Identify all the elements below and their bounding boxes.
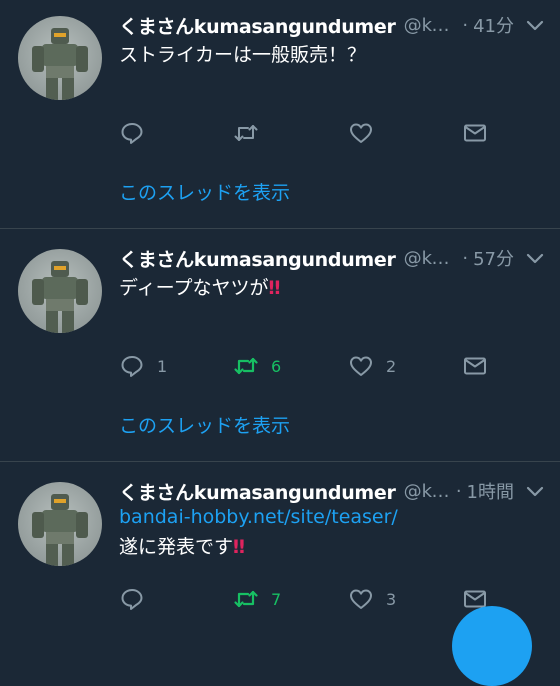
tweet-link[interactable]: bandai-hobby.net/site/teaser/: [119, 506, 398, 528]
double-exclamation-emoji: ‼: [233, 536, 245, 558]
timestamp[interactable]: 41分: [473, 12, 514, 38]
show-thread-link[interactable]: このスレッドを表示: [119, 178, 290, 205]
reply-button[interactable]: [119, 118, 157, 148]
separator-dot: ·: [462, 247, 469, 269]
user-handle[interactable]: @kunk...: [404, 15, 457, 36]
heart-icon: [350, 356, 372, 376]
reply-button[interactable]: 1: [119, 351, 167, 381]
like-button[interactable]: 3: [348, 584, 396, 614]
timestamp[interactable]: 1時間: [467, 478, 514, 504]
retweet-count: 6: [271, 356, 282, 376]
retweet-button[interactable]: [233, 118, 271, 148]
chevron-down-icon[interactable]: [524, 247, 546, 269]
separator-dot: ·: [455, 480, 462, 502]
like-button[interactable]: [348, 118, 386, 148]
avatar[interactable]: [18, 249, 102, 333]
reply-count: 1: [157, 356, 168, 376]
reply-button[interactable]: [119, 584, 157, 614]
reply-icon: [121, 123, 143, 144]
tweet-item[interactable]: くまさんkumasangundumer @kunk... · 41分 ストライカ…: [0, 0, 560, 229]
chevron-down-icon[interactable]: [524, 480, 546, 502]
retweet-icon: [234, 357, 258, 375]
tweet-actions: 1 6 2: [119, 351, 499, 381]
tweet-text: ディープなヤツが: [119, 277, 269, 299]
tweet-text: 遂に発表です: [119, 536, 234, 558]
tweet-actions: [119, 118, 499, 148]
tweet-actions: 7 3: [119, 584, 499, 614]
dm-button[interactable]: [462, 118, 488, 148]
retweet-icon: [234, 590, 258, 608]
envelope-icon: [464, 357, 486, 375]
separator-dot: ·: [462, 14, 469, 36]
retweet-button[interactable]: 6: [233, 351, 281, 381]
chevron-down-icon[interactable]: [524, 14, 546, 36]
timestamp[interactable]: 57分: [473, 245, 514, 271]
avatar[interactable]: [18, 482, 102, 566]
tweet-text: ストライカーは一般販売！？: [119, 44, 367, 66]
reply-icon: [121, 589, 143, 610]
retweet-icon: [234, 125, 258, 141]
heart-icon: [350, 123, 372, 143]
retweet-count: 7: [271, 589, 282, 609]
tweet-item[interactable]: くまさんkumasangundumer @kunk... · 57分 ディープな…: [0, 233, 560, 462]
like-button[interactable]: 2: [348, 351, 396, 381]
show-thread-link[interactable]: このスレッドを表示: [119, 411, 290, 438]
like-count: 2: [386, 356, 397, 376]
dm-button[interactable]: [462, 351, 488, 381]
user-handle[interactable]: @kunk...: [404, 248, 457, 269]
display-name[interactable]: くまさんkumasangundumer: [119, 478, 396, 505]
user-handle[interactable]: @kun...: [404, 481, 450, 502]
retweet-button[interactable]: 7: [233, 584, 281, 614]
reply-icon: [121, 356, 143, 377]
tweet-text-line: 遂に発表です‼: [119, 532, 245, 559]
like-count: 3: [386, 589, 397, 609]
display-name[interactable]: くまさんkumasangundumer: [119, 245, 396, 272]
tweet-text-line: ディープなヤツが‼: [119, 273, 280, 300]
heart-icon: [350, 589, 372, 609]
compose-fab[interactable]: [452, 606, 532, 686]
double-exclamation-emoji: ‼: [268, 277, 281, 299]
envelope-icon: [464, 124, 486, 142]
avatar[interactable]: [18, 16, 102, 100]
display-name[interactable]: くまさんkumasangundumer: [119, 12, 396, 39]
